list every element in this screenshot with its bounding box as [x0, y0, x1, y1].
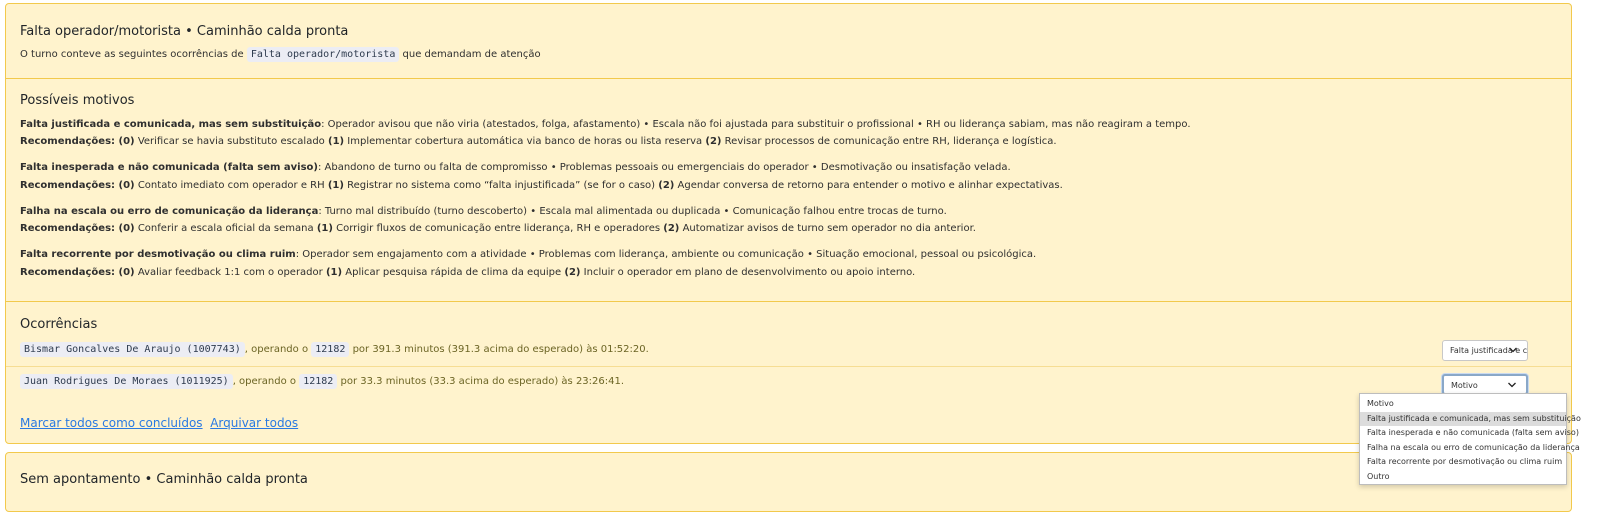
- motive-line: Falta justificada e comunicada, mas sem …: [20, 119, 1191, 130]
- rec-number: (1): [328, 136, 345, 147]
- recommendations-label: Recomendações: [20, 223, 112, 234]
- recommendations-label: Recomendações: [20, 267, 112, 278]
- occurrence-text: Bismar Goncalves De Araujo (1007743), op…: [20, 342, 649, 357]
- rec-number: (2): [705, 136, 722, 147]
- intro-suffix: que demandam de atenção: [402, 49, 541, 60]
- intro-prefix: O turno conteve as seguintes ocorrências…: [20, 49, 244, 60]
- mark-all-done-link[interactable]: Marcar todos como concluídos: [20, 416, 203, 430]
- rec-number: (0): [118, 180, 135, 191]
- select-value: Motivo: [1451, 381, 1478, 390]
- operator-code: Bismar Goncalves De Araujo (1007743): [20, 342, 245, 357]
- motive-line: Falha na escala ou erro de comunicação d…: [20, 206, 947, 217]
- rec-number: (1): [325, 267, 343, 278]
- rec-number: (0): [118, 136, 135, 147]
- rec-number: (2): [564, 267, 581, 278]
- rec-number: (1): [327, 180, 344, 191]
- dropdown-option-falha-escala[interactable]: Falha na escala ou erro de comunicação d…: [1360, 441, 1580, 456]
- dropdown-option-motivo[interactable]: Motivo: [1360, 397, 1566, 412]
- motives-title: Possíveis motivos: [20, 93, 135, 108]
- motive-name: Falta recorrente por desmotivação ou cli…: [20, 249, 296, 260]
- vehicle-code: 12182: [311, 342, 350, 357]
- recommendations-line: Recomendações: (0) Verificar se havia su…: [20, 136, 1057, 147]
- occurrence-row: Juan Rodrigues De Moraes (1011925), oper…: [6, 368, 1571, 396]
- rec-number: (2): [663, 223, 680, 234]
- chevron-down-icon: [1509, 347, 1517, 353]
- vehicle-code: 12182: [299, 374, 338, 389]
- rec-text: Contato imediato com operador e RH: [137, 180, 325, 191]
- card-title: Sem apontamento • Caminhão calda pronta: [20, 472, 308, 487]
- occurrence-row: Bismar Goncalves De Araujo (1007743), op…: [6, 337, 1571, 365]
- motive-desc: : Operador sem engajamento com a ativida…: [295, 249, 1037, 260]
- dropdown-option-outro[interactable]: Outro: [1360, 470, 1566, 485]
- dropdown-option-falta-recorrente[interactable]: Falta recorrente por desmotivação ou cli…: [1360, 455, 1566, 470]
- motive-line: Falta recorrente por desmotivação ou cli…: [20, 249, 1036, 260]
- rec-text: Avaliar feedback 1:1 com o operador: [137, 267, 323, 278]
- operator-code: Juan Rodrigues De Moraes (1011925): [20, 374, 233, 389]
- operating-text: , operando o: [244, 344, 309, 355]
- card-title: Falta operador/motorista • Caminhão cald…: [20, 24, 349, 39]
- motive-desc: : Operador avisou que não viria (atestad…: [321, 119, 1191, 130]
- chevron-down-icon: [1508, 382, 1516, 388]
- rec-number: (0): [118, 267, 135, 278]
- card-intro: O turno conteve as seguintes ocorrências…: [20, 47, 541, 62]
- rec-number: (1): [316, 223, 333, 234]
- row-divider: [6, 366, 1571, 367]
- rec-text: Corrigir fluxos de comunicação entre lid…: [336, 223, 661, 234]
- bulk-actions: Marcar todos como concluídos Arquivar to…: [20, 416, 298, 430]
- rec-text: Registrar no sistema como “falta injusti…: [347, 180, 656, 191]
- card-header: Falta operador/motorista • Caminhão cald…: [6, 4, 1571, 78]
- rec-text: Conferir a escala oficial da semana: [137, 223, 314, 234]
- motive-desc: : Turno mal distribuído (turno descobert…: [318, 206, 947, 217]
- rec-text: Aplicar pesquisa rápida de clima da equi…: [345, 267, 562, 278]
- recommendations-line: Recomendações: (0) Contato imediato com …: [20, 180, 1063, 191]
- rec-text: Implementar cobertura automática via ban…: [347, 136, 703, 147]
- alert-card-falta-operador: Falta operador/motorista • Caminhão cald…: [5, 3, 1572, 444]
- rec-text: Revisar processos de comunicação entre R…: [724, 136, 1057, 147]
- archive-all-link[interactable]: Arquivar todos: [210, 416, 298, 430]
- rec-text: Incluir o operador em plano de desenvolv…: [583, 267, 916, 278]
- intro-code: Falta operador/motorista: [246, 47, 400, 62]
- recommendations-label: Recomendações: [20, 136, 112, 147]
- rec-text: Verificar se havia substituto escalado: [137, 136, 325, 147]
- motive-select[interactable]: Motivo: [1442, 374, 1528, 395]
- motive-select[interactable]: Falta justificada e comunicada, mas sem …: [1442, 340, 1528, 361]
- motive-dropdown-list: Motivo Falta justificada e comunicada, m…: [1359, 393, 1581, 485]
- occurrences-section: Ocorrências Bismar Goncalves De Araujo (…: [6, 302, 1571, 444]
- rec-number: (2): [658, 180, 675, 191]
- motive-name: Falha na escala ou erro de comunicação d…: [20, 206, 319, 217]
- occurrence-detail: por 33.3 minutos (33.3 acima do esperado…: [340, 376, 625, 387]
- rec-text: Automatizar avisos de turno sem operador…: [682, 223, 976, 234]
- recommendations-line: Recomendações: (0) Conferir a escala ofi…: [20, 223, 976, 234]
- dropdown-option-falta-inesperada[interactable]: Falta inesperada e não comunicada (falta…: [1360, 426, 1579, 441]
- occurrence-text: Juan Rodrigues De Moraes (1011925), oper…: [20, 374, 625, 389]
- motive-line: Falta inesperada e não comunicada (falta…: [20, 162, 1011, 173]
- motives-section: Possíveis motivos Falta justificada e co…: [6, 79, 1571, 301]
- recommendations-line: Recomendações: (0) Avaliar feedback 1:1 …: [20, 267, 916, 278]
- motive-desc: : Abandono de turno ou falta de compromi…: [317, 162, 1011, 173]
- rec-number: (0): [118, 223, 135, 234]
- recommendations-label: Recomendações: [20, 180, 112, 191]
- operating-text: , operando o: [232, 376, 297, 387]
- occurrence-detail: por 391.3 minutos (391.3 acima do espera…: [352, 344, 649, 355]
- motive-name: Falta inesperada e não comunicada (falta…: [20, 162, 318, 173]
- alert-card-sem-apontamento: Sem apontamento • Caminhão calda pronta: [5, 452, 1572, 512]
- motive-name: Falta justificada e comunicada, mas sem …: [20, 119, 322, 130]
- rec-text: Agendar conversa de retorno para entende…: [677, 180, 1063, 191]
- dropdown-option-falta-justificada[interactable]: Falta justificada e comunicada, mas sem …: [1360, 411, 1581, 426]
- occurrences-title: Ocorrências: [20, 317, 98, 332]
